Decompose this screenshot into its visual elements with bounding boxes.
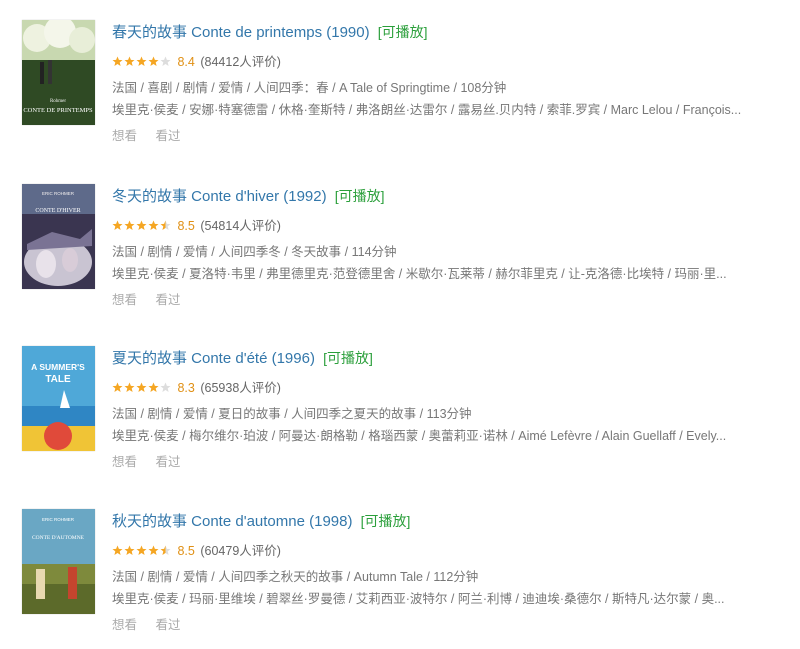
poster-title: CONTE DE PRINTEMPS — [23, 107, 93, 114]
movie-item: ERIC ROHMER CONTE D'AUTOMNE 秋天的故事 Conte … — [0, 509, 800, 649]
star-icon — [136, 56, 147, 66]
star-icon — [160, 220, 171, 230]
playable-link[interactable]: [可播放] — [323, 350, 373, 366]
rating-stars — [112, 543, 172, 555]
movie-title-link[interactable]: 夏天的故事 Conte d'été (1996) — [112, 350, 315, 367]
movie-cast: 埃里克·侯麦 / 夏洛特·韦里 / 弗里德里克·范登德里舍 / 米歇尔·瓦莱蒂 … — [112, 267, 727, 281]
movie-list: Rohmer CONTE DE PRINTEMPS 春天的故事 Conte de… — [0, 0, 800, 641]
want-to-watch-button[interactable]: 想看 — [112, 293, 137, 307]
poster-title-line2: TALE — [45, 374, 71, 385]
playable-link[interactable]: [可播放] — [335, 188, 385, 204]
movie-poster[interactable]: A SUMMER'S TALE — [22, 346, 95, 451]
star-icon — [124, 382, 135, 392]
rating-score: 8.3 — [177, 381, 195, 395]
rating-count: (65938人评价) — [200, 381, 281, 395]
movie-info: 法国 / 剧情 / 爱情 / 人间四季冬 / 冬天故事 / 114分钟 — [112, 245, 397, 259]
want-to-watch-button[interactable]: 想看 — [112, 455, 137, 469]
rating-stars — [112, 380, 172, 392]
movie-title-link[interactable]: 冬天的故事 Conte d'hiver (1992) — [112, 188, 327, 205]
movie-item: Rohmer CONTE DE PRINTEMPS 春天的故事 Conte de… — [0, 20, 800, 160]
star-icon — [124, 545, 135, 555]
rating-count: (84412人评价) — [200, 55, 281, 69]
movie-cast: 埃里克·侯麦 / 安娜·特塞德雷 / 休格·奎斯特 / 弗洛朗丝·达雷尔 / 露… — [112, 103, 742, 117]
star-icon — [148, 220, 159, 230]
star-icon — [112, 220, 123, 230]
star-icon — [124, 220, 135, 230]
movie-item: A SUMMER'S TALE 夏天的故事 Conte d'été (1996)… — [0, 346, 800, 486]
watched-button[interactable]: 看过 — [156, 293, 181, 307]
poster-title: CONTE D'AUTOMNE — [32, 535, 85, 541]
watched-button[interactable]: 看过 — [156, 618, 181, 632]
poster-title-line1: A SUMMER'S — [31, 362, 85, 372]
star-icon — [160, 382, 171, 392]
movie-title-link[interactable]: 秋天的故事 Conte d'automne (1998) — [112, 513, 352, 530]
poster-director: ERIC ROHMER — [42, 517, 75, 522]
rating-score: 8.4 — [177, 55, 195, 69]
want-to-watch-button[interactable]: 想看 — [112, 129, 137, 143]
movie-info: 法国 / 喜剧 / 剧情 / 爱情 / 人间四季：春 / A Tale of S… — [112, 81, 507, 95]
star-icon — [136, 220, 147, 230]
star-icon — [112, 382, 123, 392]
playable-link[interactable]: [可播放] — [378, 24, 428, 40]
watched-button[interactable]: 看过 — [156, 129, 181, 143]
star-icon — [148, 382, 159, 392]
star-icon — [160, 56, 171, 66]
movie-info: 法国 / 剧情 / 爱情 / 夏日的故事 / 人间四季之夏天的故事 / 113分… — [112, 407, 472, 421]
poster-director: Rohmer — [50, 99, 66, 104]
star-icon — [112, 545, 123, 555]
rating-score: 8.5 — [177, 544, 195, 558]
poster-title: CONTE D'HIVER — [35, 208, 80, 214]
star-icon — [136, 382, 147, 392]
movie-title-link[interactable]: 春天的故事 Conte de printemps (1990) — [112, 24, 370, 41]
movie-poster[interactable]: ERIC ROHMER CONTE D'HIVER — [22, 184, 95, 289]
rating-stars — [112, 54, 172, 66]
star-icon — [160, 545, 171, 555]
rating-count: (60479人评价) — [200, 544, 281, 558]
star-icon — [124, 56, 135, 66]
playable-link[interactable]: [可播放] — [361, 513, 411, 529]
star-icon — [148, 56, 159, 66]
movie-cast: 埃里克·侯麦 / 玛丽·里维埃 / 碧翠丝·罗曼德 / 艾莉西亚·波特尔 / 阿… — [112, 592, 725, 606]
movie-poster[interactable]: Rohmer CONTE DE PRINTEMPS — [22, 20, 95, 125]
movie-cast: 埃里克·侯麦 / 梅尔维尔·珀波 / 阿曼达·朗格勒 / 格瑙西蒙 / 奥蕾莉亚… — [112, 429, 727, 443]
star-icon — [136, 545, 147, 555]
movie-info: 法国 / 剧情 / 爱情 / 人间四季之秋天的故事 / Autumn Tale … — [112, 570, 479, 584]
want-to-watch-button[interactable]: 想看 — [112, 618, 137, 632]
rating-stars — [112, 218, 172, 230]
poster-director: ERIC ROHMER — [42, 191, 75, 196]
watched-button[interactable]: 看过 — [156, 455, 181, 469]
star-icon — [112, 56, 123, 66]
star-icon — [148, 545, 159, 555]
movie-item: ERIC ROHMER CONTE D'HIVER 冬天的故事 Conte d'… — [0, 184, 800, 324]
movie-poster[interactable]: ERIC ROHMER CONTE D'AUTOMNE — [22, 509, 95, 614]
rating-count: (54814人评价) — [200, 219, 281, 233]
rating-score: 8.5 — [177, 219, 195, 233]
